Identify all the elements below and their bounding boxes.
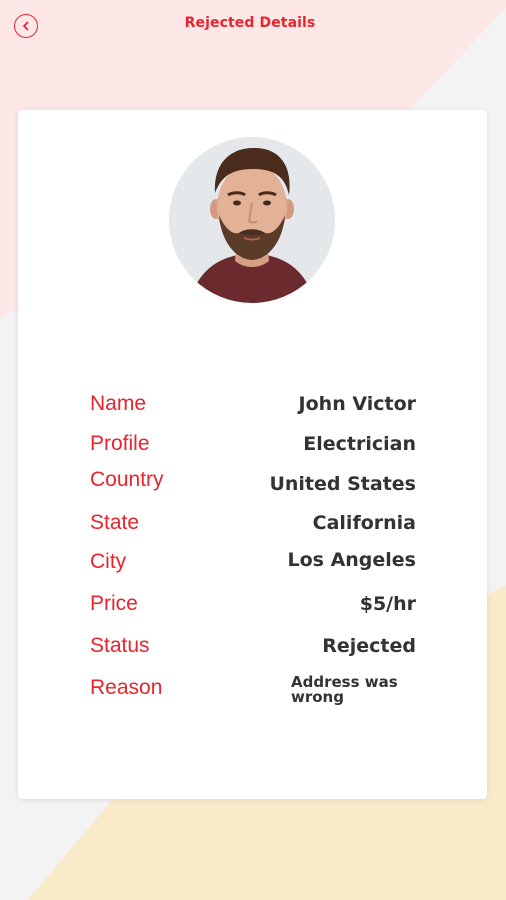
country-value: United States [269, 473, 416, 495]
status-value: Rejected [322, 635, 416, 657]
state-value: California [312, 512, 416, 534]
reason-label: Reason [90, 676, 163, 699]
detail-row-state: State California [90, 508, 416, 538]
page-title: Rejected Details [184, 15, 316, 31]
country-label: Country [90, 468, 164, 491]
detail-row-name: Name John Victor [90, 389, 416, 419]
avatar-photo [169, 137, 335, 303]
detail-row-reason: Reason Address was wrong [90, 673, 416, 709]
name-value: John Victor [298, 393, 416, 415]
detail-row-country: Country United States [90, 465, 416, 495]
profile-label: Profile [90, 432, 150, 455]
status-label: Status [90, 634, 150, 657]
city-value: Los Angeles [287, 549, 416, 571]
detail-row-status: Status Rejected [90, 631, 416, 661]
detail-row-profile: Profile Electrician [90, 429, 416, 459]
details-card: Name John Victor Profile Electrician Cou… [18, 110, 487, 799]
reason-value: Address was wrong [291, 673, 398, 706]
price-value: $5/hr [359, 593, 416, 615]
detail-row-city: City Los Angeles [90, 547, 416, 577]
detail-row-price: Price $5/hr [90, 589, 416, 619]
name-label: Name [90, 392, 147, 415]
city-label: City [90, 550, 127, 573]
price-label: Price [90, 592, 138, 615]
state-label: State [90, 511, 140, 534]
avatar [169, 137, 335, 303]
profile-value: Electrician [303, 433, 416, 455]
